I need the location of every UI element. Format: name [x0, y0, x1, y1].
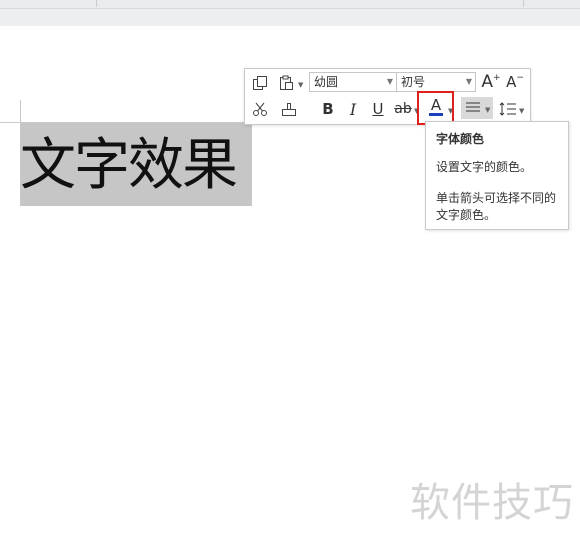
decrease-font-label: A [506, 73, 517, 91]
font-color-tooltip: 字体颜色 设置文字的颜色。 单击箭头可选择不同的 文字颜色。 [425, 121, 569, 230]
font-color-highlight-box [417, 91, 454, 125]
underline-button[interactable]: U [367, 98, 389, 120]
format-painter-icon[interactable] [278, 98, 300, 120]
italic-button[interactable]: I [342, 98, 364, 120]
tooltip-line-3: 文字颜色。 [436, 208, 497, 222]
tab-segment [98, 0, 524, 7]
align-dropdown-caret[interactable]: ▼ [485, 106, 490, 114]
paste-icon[interactable] [276, 73, 296, 93]
increase-font-size-button[interactable]: A + [481, 71, 501, 93]
copy-icon[interactable] [250, 73, 270, 93]
decrease-font-size-button[interactable]: A − [505, 71, 525, 93]
window-top-strip [0, 0, 580, 9]
bold-button[interactable]: B [317, 98, 339, 120]
increase-font-label: A [481, 72, 494, 92]
align-button[interactable]: ▼ [461, 97, 493, 119]
margin-corner-mark [20, 100, 21, 122]
tab-segment [0, 0, 97, 7]
tooltip-line-2: 单击箭头可选择不同的 [436, 191, 557, 205]
font-size-value: 初号 [401, 75, 426, 89]
line-spacing-dropdown-caret[interactable]: ▼ [519, 107, 524, 115]
font-size-select[interactable]: 初号 ▼ [396, 72, 476, 92]
mini-format-toolbar: ▼ 幼圆 ▼ 初号 ▼ A + A − B I U ab ▼ A ▼ ▼ ▼ [244, 68, 531, 125]
paste-dropdown-caret[interactable]: ▼ [298, 81, 303, 89]
selected-document-text[interactable]: 文字效果 [20, 123, 252, 206]
font-name-select[interactable]: 幼圆 ▼ [309, 72, 397, 92]
tooltip-line-1: 设置文字的颜色。 [436, 160, 533, 174]
strikethrough-button[interactable]: ab [392, 98, 414, 120]
font-name-value: 幼圆 [314, 75, 339, 89]
line-spacing-icon[interactable] [497, 98, 519, 120]
watermark-text: 软件技巧 [410, 480, 574, 526]
cut-icon[interactable] [249, 98, 271, 120]
tooltip-title: 字体颜色 [436, 132, 485, 146]
chevron-down-icon: ▼ [386, 77, 393, 86]
document-top-bar [0, 9, 580, 26]
chevron-down-icon: ▼ [465, 77, 472, 86]
align-icon [466, 102, 480, 112]
